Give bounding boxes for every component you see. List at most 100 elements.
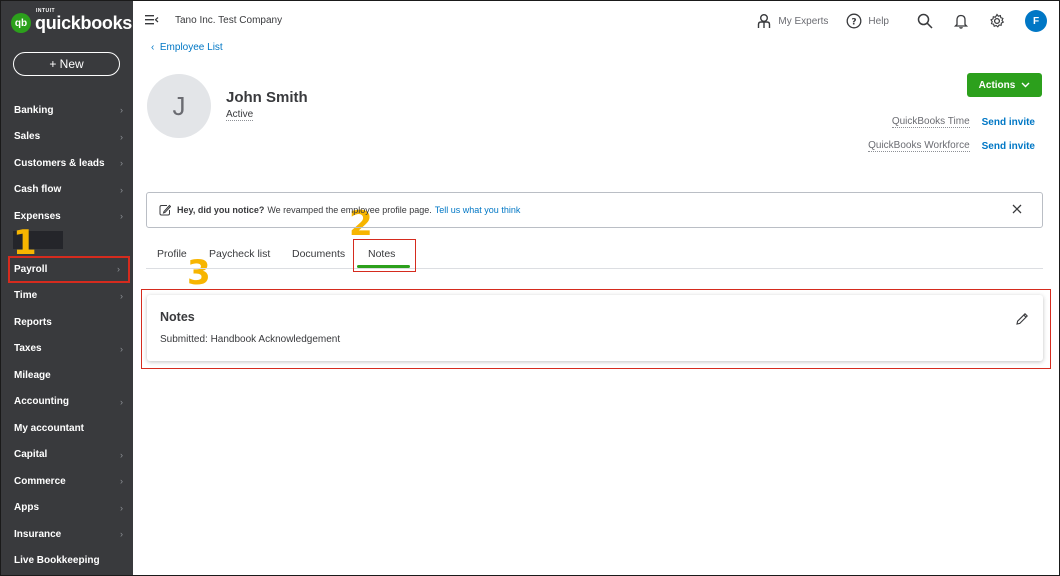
feedback-icon bbox=[159, 204, 171, 216]
my-experts-label: My Experts bbox=[778, 15, 829, 27]
sidebar-item-apps[interactable]: Apps › bbox=[1, 495, 133, 522]
search-icon[interactable] bbox=[917, 13, 933, 29]
notes-card: Notes Submitted: Handbook Acknowledgemen… bbox=[147, 295, 1043, 361]
help-icon: ? bbox=[846, 13, 862, 29]
invite-label: QuickBooks Workforce bbox=[868, 140, 970, 152]
feedback-link[interactable]: Tell us what you think bbox=[435, 205, 521, 215]
my-experts-link[interactable]: My Experts bbox=[756, 13, 828, 29]
sidebar-item-label: Banking bbox=[14, 104, 54, 116]
sidebar-item-label: Reports bbox=[14, 316, 52, 328]
tab-profile[interactable]: Profile bbox=[157, 248, 187, 260]
tab-paycheck-list[interactable]: Paycheck list bbox=[209, 248, 270, 260]
notice-title: Hey, did you notice? bbox=[177, 205, 265, 215]
quickbooks-logo[interactable]: qb INTUIT quickbooks bbox=[11, 8, 133, 35]
invite-row-quickbooks-time: QuickBooks Time Send invite bbox=[891, 116, 1035, 128]
chevron-right-icon: › bbox=[117, 264, 120, 274]
logo-quickbooks-text: quickbooks bbox=[35, 12, 133, 33]
sidebar-item-label: Capital bbox=[14, 449, 48, 461]
sidebar-item-label: Cash flow bbox=[14, 184, 62, 196]
sidebar-item-label: Customers & leads bbox=[14, 157, 105, 169]
close-icon[interactable] bbox=[1012, 203, 1028, 217]
sidebar-nav: Banking › Sales › Customers & leads › Cash … bbox=[1, 97, 133, 574]
sidebar-item-label: Expenses bbox=[14, 210, 61, 222]
experts-icon bbox=[758, 14, 771, 28]
sidebar-item-label: Commerce bbox=[14, 475, 66, 487]
hamburger-menu-icon[interactable] bbox=[145, 14, 159, 29]
chevron-right-icon: › bbox=[120, 502, 123, 513]
employee-name: John Smith bbox=[226, 89, 308, 106]
top-bar: Tano Inc. Test Company My Experts ? Help… bbox=[133, 1, 1059, 41]
sidebar-item-customers-leads[interactable]: Customers & leads › bbox=[1, 150, 133, 177]
app-window: qb INTUIT quickbooks + New Banking › Sale… bbox=[0, 0, 1060, 576]
annotation-step-1: 1 bbox=[13, 223, 37, 263]
chevron-right-icon: › bbox=[120, 396, 123, 407]
breadcrumb-employee-list: Employee List bbox=[159, 42, 223, 53]
bell-icon[interactable] bbox=[953, 13, 969, 29]
notice-banner: Hey, did you notice? We revamped the emp… bbox=[146, 192, 1043, 228]
qb-logo-icon: qb bbox=[11, 13, 31, 33]
sidebar-item-label: Apps bbox=[14, 502, 39, 514]
send-invite-workforce-link[interactable]: Send invite bbox=[982, 141, 1035, 152]
sidebar-item-my-accountant[interactable]: My accountant bbox=[1, 415, 133, 442]
sidebar-item-label: Sales bbox=[14, 131, 41, 143]
company-name: Tano Inc. Test Company bbox=[175, 15, 283, 26]
sidebar-item-time[interactable]: Time › bbox=[1, 283, 133, 310]
highlight-box-notes-tab bbox=[353, 239, 416, 272]
sidebar-item-capital[interactable]: Capital › bbox=[1, 442, 133, 469]
sidebar-item-banking[interactable]: Banking › bbox=[1, 97, 133, 124]
tab-documents[interactable]: Documents bbox=[292, 248, 345, 260]
actions-label: Actions bbox=[978, 79, 1016, 91]
invite-label: QuickBooks Time bbox=[891, 116, 970, 128]
profile-tabs: Profile Paycheck list Documents Notes bbox=[146, 241, 1043, 269]
notes-title: Notes bbox=[160, 310, 195, 324]
chevron-down-icon bbox=[1021, 80, 1030, 90]
sidebar-item-label: Insurance bbox=[14, 528, 62, 540]
sidebar-item-commerce[interactable]: Commerce › bbox=[1, 468, 133, 495]
sidebar-item-live-bookkeeping[interactable]: Live Bookkeeping bbox=[1, 548, 133, 575]
gear-icon[interactable] bbox=[989, 13, 1005, 29]
logo-wordmark: INTUIT quickbooks bbox=[35, 8, 133, 34]
notes-content: Submitted: Handbook Acknowledgement bbox=[160, 334, 341, 345]
sidebar-item-insurance[interactable]: Insurance › bbox=[1, 521, 133, 548]
chevron-right-icon: › bbox=[120, 529, 123, 539]
sidebar-item-label: Taxes bbox=[14, 343, 42, 355]
sidebar-item-mileage[interactable]: Mileage bbox=[1, 362, 133, 389]
sidebar-item-accounting[interactable]: Accounting › bbox=[1, 389, 133, 416]
chevron-right-icon: › bbox=[120, 131, 123, 142]
actions-button[interactable]: Actions bbox=[967, 73, 1042, 97]
logo-intuit-text: INTUIT bbox=[36, 7, 56, 14]
new-button[interactable]: + New bbox=[13, 52, 120, 76]
sidebar-item-label: My accountant bbox=[14, 422, 85, 434]
chevron-right-icon: › bbox=[120, 211, 123, 221]
sidebar-item-label: Payroll bbox=[14, 263, 48, 275]
chevron-right-icon: › bbox=[120, 476, 123, 486]
breadcrumb[interactable]: ‹ Employee List bbox=[151, 42, 223, 53]
sidebar-item-sales[interactable]: Sales › bbox=[1, 124, 133, 151]
sidebar-item-reports[interactable]: Reports bbox=[1, 309, 133, 336]
chevron-right-icon: › bbox=[120, 184, 123, 195]
chevron-right-icon: › bbox=[120, 105, 123, 115]
sidebar-item-label: Accounting bbox=[14, 396, 69, 408]
chevron-right-icon: › bbox=[120, 290, 123, 301]
pencil-icon[interactable] bbox=[1015, 312, 1029, 331]
sidebar-item-taxes[interactable]: Taxes › bbox=[1, 336, 133, 363]
chevron-right-icon: › bbox=[120, 449, 123, 460]
top-right-controls: My Experts ? Help F bbox=[756, 10, 1047, 32]
employee-status: Active bbox=[226, 109, 254, 121]
employee-avatar: J bbox=[147, 74, 211, 138]
send-invite-time-link[interactable]: Send invite bbox=[982, 117, 1035, 128]
chevron-right-icon: › bbox=[120, 158, 123, 168]
sidebar-item-cash-flow[interactable]: Cash flow › bbox=[1, 177, 133, 204]
notice-text: We revamped the employee profile page. bbox=[267, 205, 432, 215]
help-link[interactable]: ? Help bbox=[846, 13, 889, 29]
invite-row-quickbooks-workforce: QuickBooks Workforce Send invite bbox=[868, 140, 1035, 152]
svg-text:?: ? bbox=[852, 18, 857, 28]
user-avatar[interactable]: F bbox=[1025, 10, 1047, 32]
chevron-left-icon: ‹ bbox=[151, 42, 160, 53]
sidebar-item-label: Time bbox=[14, 290, 38, 302]
help-label: Help bbox=[868, 15, 889, 27]
sidebar: qb INTUIT quickbooks + New Banking › Sale… bbox=[1, 1, 133, 575]
chevron-right-icon: › bbox=[120, 343, 123, 354]
sidebar-item-label: Mileage bbox=[14, 369, 51, 381]
sidebar-item-label: Live Bookkeeping bbox=[14, 555, 100, 567]
